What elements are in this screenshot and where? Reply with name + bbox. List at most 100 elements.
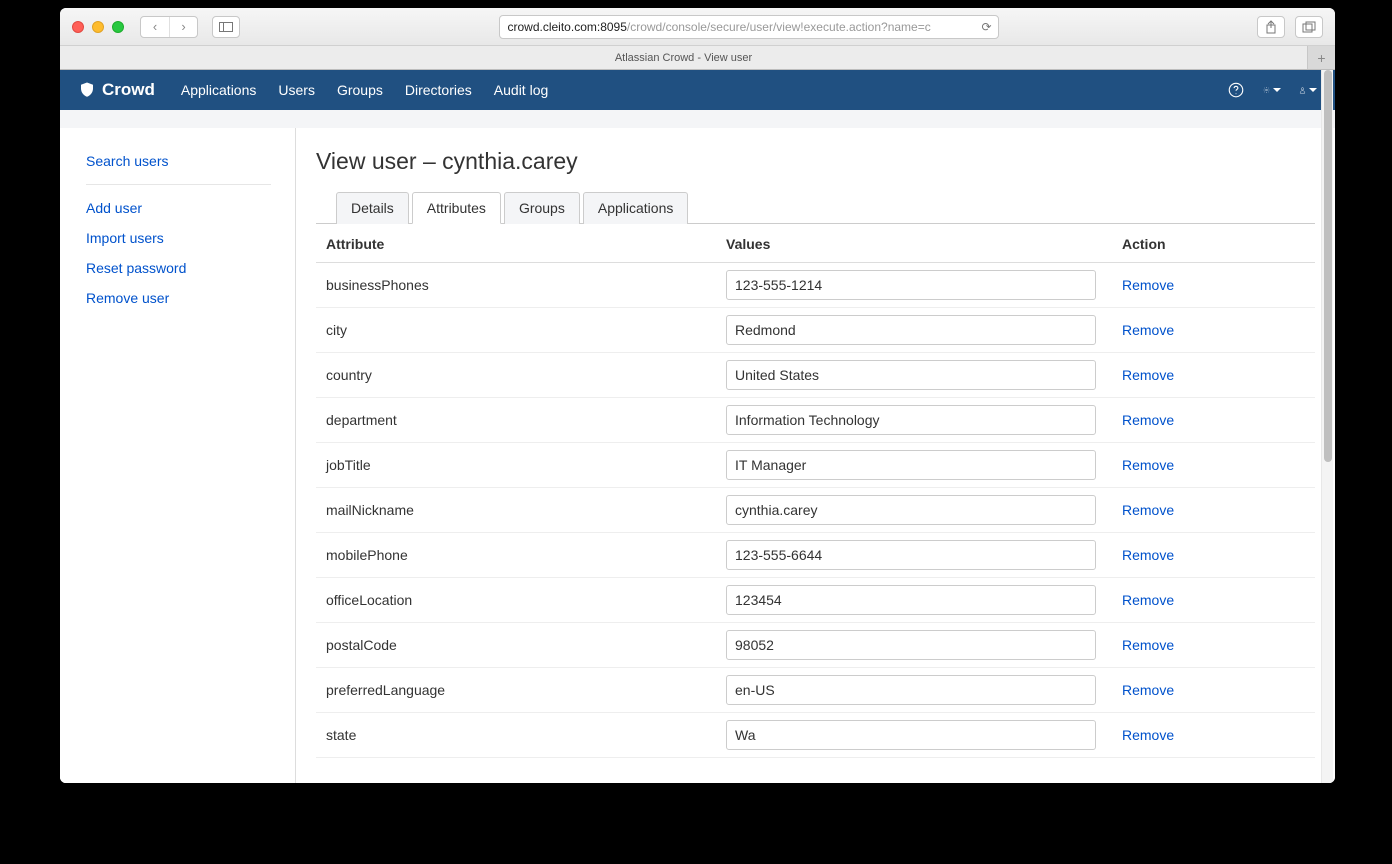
browser-toolbar: ‹ › crowd.cleito.com:8095/crowd/console/… (60, 8, 1335, 46)
browser-tab-title: Atlassian Crowd - View user (615, 52, 752, 64)
browser-window: ‹ › crowd.cleito.com:8095/crowd/console/… (60, 8, 1335, 783)
url-path: /crowd/console/secure/user/view!execute.… (627, 20, 931, 34)
table-row: jobTitle Remove (316, 443, 1315, 488)
remove-attribute-link[interactable]: Remove (1122, 592, 1174, 608)
table-row: postalCode Remove (316, 623, 1315, 668)
attribute-value-input[interactable] (726, 585, 1096, 615)
chevron-down-icon (1309, 88, 1317, 92)
user-menu-icon[interactable] (1299, 81, 1317, 99)
remove-attribute-link[interactable]: Remove (1122, 367, 1174, 383)
nav-buttons: ‹ › (140, 16, 198, 38)
sidebar-remove-user[interactable]: Remove user (86, 283, 295, 313)
sidebar-search-users[interactable]: Search users (86, 146, 271, 176)
nav-users[interactable]: Users (278, 82, 315, 98)
remove-attribute-link[interactable]: Remove (1122, 502, 1174, 518)
attribute-name: mobilePhone (316, 533, 716, 578)
main-area: View user – cynthia.carey Details Attrib… (296, 128, 1335, 783)
left-sidebar: Search users Add user Import users Reset… (60, 128, 296, 783)
scrollbar-thumb[interactable] (1324, 70, 1332, 462)
content-tabs: Details Attributes Groups Applications (316, 191, 1315, 224)
attribute-value-input[interactable] (726, 450, 1096, 480)
remove-attribute-link[interactable]: Remove (1122, 322, 1174, 338)
attribute-value-input[interactable] (726, 540, 1096, 570)
crowd-shield-icon (78, 81, 96, 99)
sidebar-toggle-button[interactable] (212, 16, 240, 38)
attribute-name: department (316, 398, 716, 443)
remove-attribute-link[interactable]: Remove (1122, 547, 1174, 563)
app-viewport: Crowd Applications Users Groups Director… (60, 70, 1335, 783)
help-icon[interactable] (1227, 81, 1245, 99)
table-row: officeLocation Remove (316, 578, 1315, 623)
nav-audit-log[interactable]: Audit log (494, 82, 548, 98)
remove-attribute-link[interactable]: Remove (1122, 727, 1174, 743)
remove-attribute-link[interactable]: Remove (1122, 637, 1174, 653)
table-row: mobilePhone Remove (316, 533, 1315, 578)
attribute-value-input[interactable] (726, 405, 1096, 435)
browser-tab-bar: Atlassian Crowd - View user + (60, 46, 1335, 70)
settings-icon[interactable] (1263, 81, 1281, 99)
table-row: country Remove (316, 353, 1315, 398)
attribute-name: postalCode (316, 623, 716, 668)
nav-directories[interactable]: Directories (405, 82, 472, 98)
browser-tab[interactable]: Atlassian Crowd - View user (60, 46, 1307, 69)
remove-attribute-link[interactable]: Remove (1122, 682, 1174, 698)
chevron-down-icon (1273, 88, 1281, 92)
attribute-name: officeLocation (316, 578, 716, 623)
attribute-name: country (316, 353, 716, 398)
table-row: city Remove (316, 308, 1315, 353)
attribute-value-input[interactable] (726, 360, 1096, 390)
back-button[interactable]: ‹ (141, 17, 169, 37)
attribute-value-input[interactable] (726, 675, 1096, 705)
nav-applications[interactable]: Applications (181, 82, 257, 98)
remove-attribute-link[interactable]: Remove (1122, 457, 1174, 473)
url-host: crowd.cleito.com:8095 (508, 20, 627, 34)
nav-groups[interactable]: Groups (337, 82, 383, 98)
address-bar[interactable]: crowd.cleito.com:8095/crowd/console/secu… (499, 15, 999, 39)
share-button[interactable] (1257, 16, 1285, 38)
attribute-name: preferredLanguage (316, 668, 716, 713)
close-window-button[interactable] (72, 21, 84, 33)
table-row: preferredLanguage Remove (316, 668, 1315, 713)
attribute-value-input[interactable] (726, 315, 1096, 345)
tab-details[interactable]: Details (336, 192, 409, 224)
table-row: department Remove (316, 398, 1315, 443)
sub-bar (60, 110, 1335, 128)
tab-groups[interactable]: Groups (504, 192, 580, 224)
attribute-value-input[interactable] (726, 270, 1096, 300)
attribute-value-input[interactable] (726, 720, 1096, 750)
tabs-overview-button[interactable] (1295, 16, 1323, 38)
tab-attributes[interactable]: Attributes (412, 192, 501, 224)
sidebar-import-users[interactable]: Import users (86, 223, 295, 253)
new-tab-button[interactable]: + (1307, 46, 1335, 69)
attribute-name: city (316, 308, 716, 353)
tab-applications[interactable]: Applications (583, 192, 689, 224)
brand-logo[interactable]: Crowd (78, 80, 155, 100)
table-row: businessPhones Remove (316, 263, 1315, 308)
table-row: state Remove (316, 713, 1315, 758)
table-row: mailNickname Remove (316, 488, 1315, 533)
attribute-name: state (316, 713, 716, 758)
attribute-name: businessPhones (316, 263, 716, 308)
minimize-window-button[interactable] (92, 21, 104, 33)
scrollbar-track[interactable] (1321, 70, 1333, 783)
th-values: Values (716, 224, 1112, 263)
attribute-value-input[interactable] (726, 630, 1096, 660)
page-title: View user – cynthia.carey (316, 148, 1335, 175)
window-controls (72, 21, 124, 33)
attribute-name: jobTitle (316, 443, 716, 488)
sidebar-add-user[interactable]: Add user (86, 193, 295, 223)
sidebar-reset-password[interactable]: Reset password (86, 253, 295, 283)
th-attribute: Attribute (316, 224, 716, 263)
fullscreen-window-button[interactable] (112, 21, 124, 33)
attribute-name: mailNickname (316, 488, 716, 533)
body-row: Search users Add user Import users Reset… (60, 128, 1335, 783)
brand-text: Crowd (102, 80, 155, 100)
attribute-value-input[interactable] (726, 495, 1096, 525)
forward-button[interactable]: › (169, 17, 197, 37)
remove-attribute-link[interactable]: Remove (1122, 412, 1174, 428)
remove-attribute-link[interactable]: Remove (1122, 277, 1174, 293)
attributes-table: Attribute Values Action businessPhones Re… (316, 224, 1315, 758)
th-action: Action (1112, 224, 1315, 263)
app-topnav: Crowd Applications Users Groups Director… (60, 70, 1335, 110)
reload-icon[interactable]: ⟳ (981, 20, 991, 34)
